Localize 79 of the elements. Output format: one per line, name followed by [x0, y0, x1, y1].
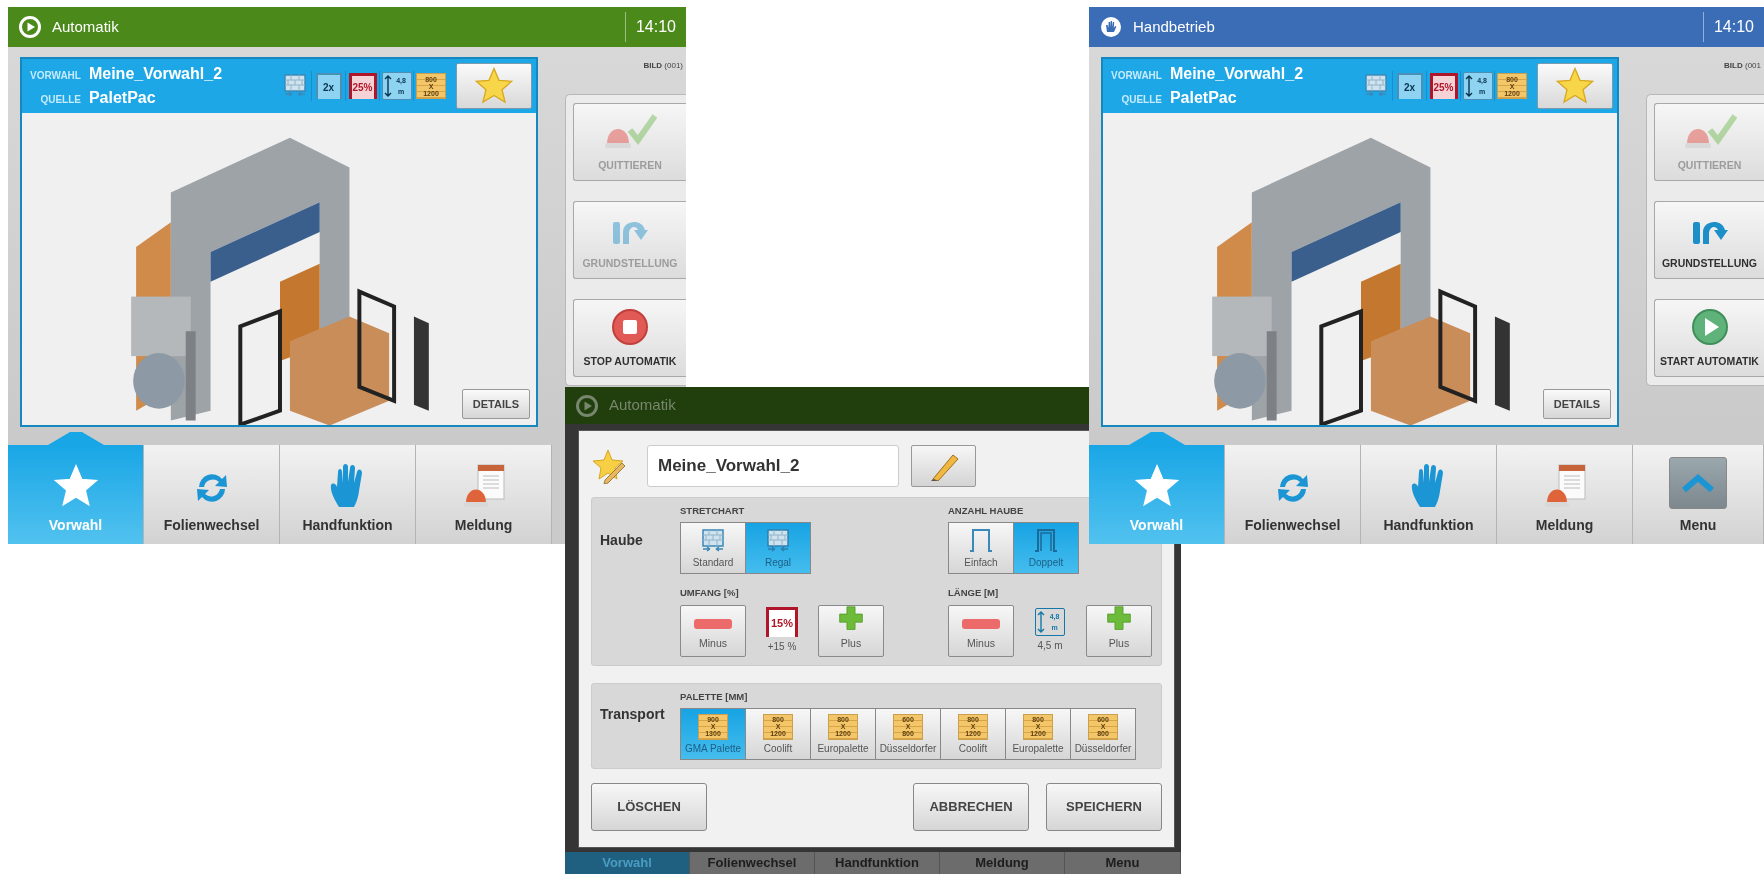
clock: 14:10	[624, 12, 676, 42]
nav-tab[interactable]: Folienwechsel	[1225, 445, 1361, 544]
section-label: Transport	[600, 704, 666, 724]
play-circle-icon	[575, 393, 599, 418]
save-button[interactable]: SPEICHERN	[1046, 782, 1162, 831]
hand-circle-icon	[1099, 15, 1123, 39]
group-label: UMFANG [%]	[680, 586, 740, 601]
source-name: PaletPac	[1169, 88, 1238, 109]
favorite-button[interactable]	[456, 63, 532, 110]
percent-badge: 25%	[348, 73, 377, 100]
clock: 14:10	[1702, 12, 1754, 42]
image-reference: BILD (001)	[642, 60, 684, 72]
menu-button[interactable]	[1669, 457, 1727, 509]
double-arrow-icon	[1464, 74, 1473, 99]
alarm-report-icon	[1542, 463, 1587, 509]
star-icon	[1133, 463, 1180, 509]
selection-pointer	[48, 431, 104, 445]
action-button[interactable]: GRUNDSTELLUNG	[1654, 201, 1764, 279]
value-reading: 4,5 m	[1037, 639, 1063, 653]
window-title: Automatik	[609, 395, 676, 416]
image-reference: BILD (001	[1723, 60, 1762, 72]
plus-icon	[1104, 605, 1134, 630]
field-label: QUELLE	[39, 93, 81, 108]
window-title: Automatik	[52, 16, 119, 37]
nav-tab[interactable]: Folienwechsel	[144, 445, 280, 544]
plus-button[interactable]: Plus	[818, 604, 884, 657]
stop-icon	[611, 308, 649, 347]
source-name: PaletPac	[88, 88, 157, 109]
nav-tab[interactable]: Handfunktion	[1361, 445, 1497, 544]
favorite-button[interactable]	[1537, 63, 1613, 110]
section-label: Haube	[600, 531, 644, 550]
minus-icon	[693, 617, 733, 630]
edit-button[interactable]	[911, 445, 976, 487]
preset-name: Meine_Vorwahl_2	[88, 64, 223, 85]
minus-button[interactable]: Minus	[680, 604, 746, 657]
group-label: STRETCHART	[680, 504, 746, 518]
cancel-button[interactable]: ABBRECHEN	[913, 782, 1029, 831]
name-field[interactable]: Meine_Vorwahl_2	[647, 445, 899, 487]
hood-badge: 2x	[1396, 73, 1423, 100]
details-button[interactable]: DETAILS	[1542, 388, 1611, 419]
nav-tab[interactable]: Meldung	[416, 445, 552, 544]
details-button[interactable]: DETAILS	[461, 388, 530, 419]
delete-button[interactable]: LÖSCHEN	[591, 782, 707, 831]
chevron-up-icon	[1681, 473, 1715, 493]
double-arrow-icon	[1037, 610, 1045, 634]
star-icon	[52, 463, 99, 509]
action-button[interactable]: STOP AUTOMATIK	[573, 299, 686, 377]
alarm-report-icon	[461, 463, 506, 509]
double-hood-icon	[1033, 527, 1059, 555]
percent-badge: 15%	[766, 607, 798, 637]
action-button[interactable]: START AUTOMATIK	[1654, 299, 1764, 377]
nav-tab[interactable]: Meldung	[1497, 445, 1633, 544]
option-button[interactable]: Einfach	[948, 522, 1014, 575]
wall-icon	[700, 528, 726, 555]
field-label: QUELLE	[1120, 93, 1162, 108]
plus-button[interactable]: Plus	[1086, 604, 1152, 657]
group-label: LÄNGE [M]	[948, 586, 1000, 601]
percent-badge: 25%	[1429, 73, 1458, 100]
minus-button[interactable]: Minus	[948, 604, 1014, 657]
window-title: Handbetrieb	[1133, 16, 1215, 37]
play-icon	[1690, 308, 1729, 347]
nav-tab[interactable]: Handfunktion	[280, 445, 416, 544]
double-arrow-icon	[383, 74, 392, 99]
nav-tab[interactable]: Menu	[1633, 445, 1764, 544]
option-button[interactable]: Standard	[680, 522, 746, 575]
field-label: VORWAHL	[30, 69, 81, 84]
value-reading: +15 %	[767, 640, 797, 654]
hood-icon	[968, 527, 994, 555]
group-label: PALETTE [MM]	[680, 689, 749, 704]
play-circle-icon	[18, 15, 42, 39]
wall-icon	[765, 528, 791, 555]
minus-icon	[961, 617, 1001, 630]
star-pencil-icon	[591, 448, 627, 484]
selection-pointer	[1129, 431, 1185, 445]
plus-icon	[836, 605, 866, 630]
group-label: ANZAHL HAUBE	[948, 504, 1025, 518]
hood-badge: 2x	[315, 73, 342, 100]
preset-name: Meine_Vorwahl_2	[1169, 64, 1304, 85]
field-label: VORWAHL	[1111, 69, 1162, 84]
